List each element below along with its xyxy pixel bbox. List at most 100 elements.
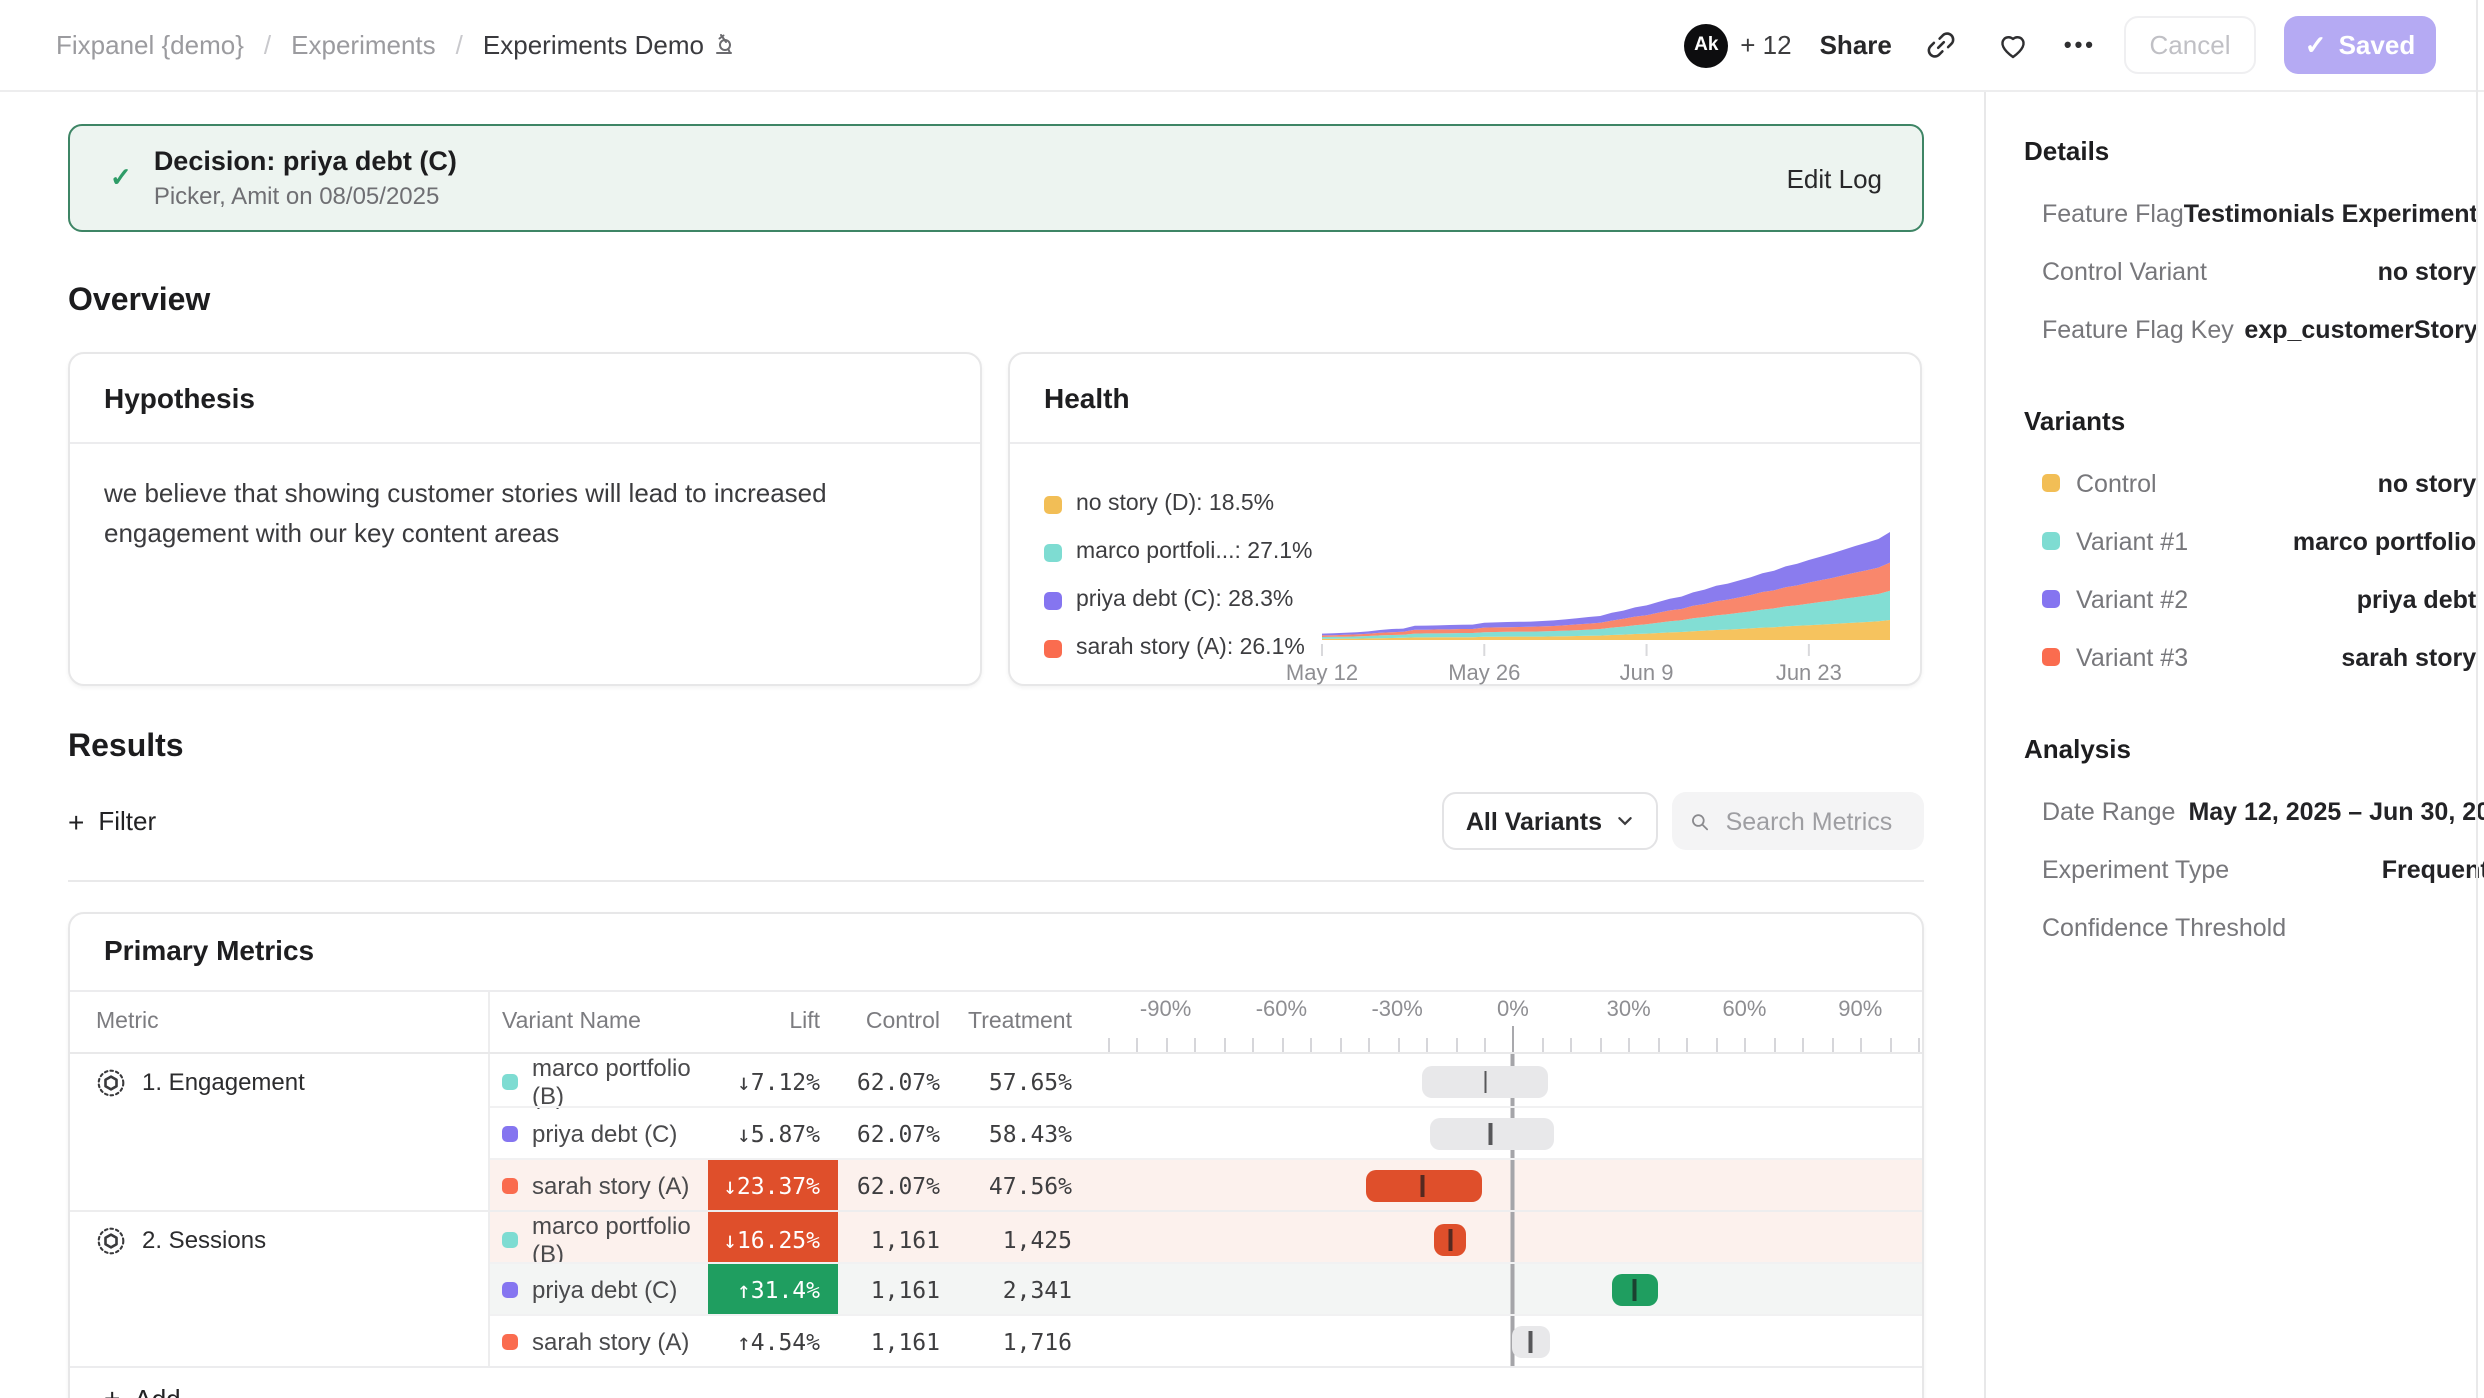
variant-name: sarah story (A) <box>532 1171 689 1199</box>
axis-minor-tick <box>1166 1038 1168 1052</box>
metric-table-row[interactable]: priya debt (C)↓5.87%62.07%58.43% <box>70 1106 1922 1158</box>
metric-table-row[interactable]: priya debt (C)↑31.4%1,1612,341 <box>70 1262 1922 1314</box>
control-value: 62.07% <box>838 1158 968 1210</box>
link-icon[interactable] <box>1920 23 1964 67</box>
results-heading: Results <box>68 730 1924 766</box>
health-area-chart: May 12May 26Jun 9Jun 23 <box>1313 464 1897 688</box>
variants-heading: Variants <box>2024 406 2484 436</box>
sidebar-row-value: no story (D) <box>2207 257 2484 285</box>
share-button[interactable]: Share <box>1820 30 1892 60</box>
add-filter-button[interactable]: + Filter <box>68 805 156 837</box>
axis-label: -60% <box>1256 998 1307 1022</box>
control-value: 1,161 <box>838 1262 968 1314</box>
legend-item: marco portfoli...: 27.1% <box>1044 528 1313 576</box>
microscope-icon <box>712 32 736 56</box>
sidebar-row: Variant #1marco portfolio (B) <box>2024 512 2484 570</box>
axis-minor-tick <box>1310 1038 1312 1052</box>
control-value: 62.07% <box>838 1054 968 1110</box>
axis-minor-tick <box>1889 1038 1891 1052</box>
legend-label: marco portfoli...: 27.1% <box>1076 540 1313 564</box>
control-value: 1,161 <box>838 1314 968 1366</box>
cancel-button[interactable]: Cancel <box>2124 16 2256 74</box>
primary-metrics-card: Primary Metrics Metric Variant Name Lift… <box>68 912 1924 1398</box>
axis-minor-tick <box>1137 1038 1139 1052</box>
legend-item: priya debt (C): 28.3% <box>1044 576 1313 624</box>
favorite-heart-icon[interactable] <box>1992 23 2036 67</box>
variant-swatch <box>2042 532 2060 550</box>
breadcrumb: Fixpanel {demo}/Experiments/Experiments … <box>56 30 736 60</box>
sidebar-row-label: Variant #2 <box>2076 585 2188 613</box>
metric-name[interactable]: 1. Engagement <box>142 1068 305 1096</box>
edit-log-button[interactable]: Edit Log <box>1787 163 1882 193</box>
legend-label: no story (D): 18.5% <box>1076 492 1274 516</box>
axis-label: 90% <box>1838 998 1882 1022</box>
x-axis-label: May 26 <box>1449 660 1521 685</box>
lift-value: ↓5.87% <box>708 1108 838 1158</box>
axis-minor-tick <box>1223 1038 1225 1052</box>
sidebar-row-label: Confidence Threshold <box>2042 913 2286 941</box>
breadcrumb-item[interactable]: Experiments <box>291 30 436 60</box>
metric-name[interactable]: 2. Sessions <box>142 1226 266 1254</box>
variant-swatch <box>502 1074 518 1090</box>
avatar[interactable]: Ak <box>1684 23 1728 67</box>
breadcrumb-item[interactable]: Fixpanel {demo} <box>56 30 244 60</box>
variant-swatch <box>2042 648 2060 666</box>
axis-minor-tick <box>1629 1038 1631 1052</box>
lift-value: ↑4.54% <box>708 1316 838 1366</box>
health-card: Health no story (D): 18.5%marco portfoli… <box>1008 352 1922 686</box>
saved-button[interactable]: ✓ Saved <box>2284 16 2436 74</box>
control-value: 62.07% <box>838 1106 968 1158</box>
variant-name: priya debt (C) <box>532 1275 677 1303</box>
scrollbar-track[interactable] <box>2476 0 2478 1398</box>
metric-table-row[interactable]: 2. Sessionsmarco portfolio (B)↓16.25%1,1… <box>70 1210 1922 1262</box>
top-bar: Fixpanel {demo}/Experiments/Experiments … <box>0 0 2484 92</box>
variant-swatch <box>502 1281 518 1297</box>
treatment-value: 2,341 <box>968 1262 1100 1314</box>
point-estimate-tick <box>1529 1330 1532 1352</box>
axis-minor-tick <box>1658 1038 1660 1052</box>
details-heading: Details <box>2024 136 2484 166</box>
point-estimate-tick <box>1633 1278 1636 1300</box>
point-estimate-tick <box>1421 1174 1424 1196</box>
sidebar-row-value: no story (D) <box>2157 469 2484 497</box>
treatment-value: 1,425 <box>968 1210 1100 1268</box>
sidebar-row-label: Control <box>2076 469 2157 497</box>
legend-swatch <box>1044 543 1062 561</box>
add-metric-button[interactable]: + Add <box>70 1366 1922 1398</box>
treatment-value: 1,716 <box>968 1314 1100 1366</box>
metric-table-row[interactable]: sarah story (A)↓23.37%62.07%47.56% <box>70 1158 1922 1210</box>
variants-dropdown[interactable]: All Variants <box>1442 792 1658 850</box>
sidebar-row-value: sarah story (A) <box>2188 643 2484 671</box>
zero-line <box>1511 1264 1514 1314</box>
axis-minor-tick <box>1744 1038 1746 1052</box>
axis-minor-tick <box>1484 1038 1486 1052</box>
axis-label: 30% <box>1607 998 1651 1022</box>
metric-table-row[interactable]: sarah story (A)↑4.54%1,1611,716 <box>70 1314 1922 1366</box>
sidebar-row: Controlno story (D) <box>2024 454 2484 512</box>
health-legend: no story (D): 18.5% marco portfoli...: 27… <box>1044 464 1313 688</box>
decision-banner: ✓ Decision: priya debt (C) Picker, Amit … <box>68 124 1924 232</box>
point-estimate-tick <box>1449 1229 1452 1251</box>
x-axis-label: May 12 <box>1286 660 1358 685</box>
variant-swatch <box>502 1333 518 1349</box>
legend-swatch <box>1044 495 1062 513</box>
more-options-icon[interactable]: ••• <box>2064 33 2096 57</box>
sidebar-row: Control Variantno story (D) <box>2024 242 2484 300</box>
axis-minor-tick <box>1600 1038 1602 1052</box>
search-metrics-input[interactable] <box>1722 805 1906 837</box>
search-metrics-box <box>1672 792 1924 850</box>
sidebar-row-value: marco portfolio (B) <box>2188 527 2484 555</box>
analysis-heading: Analysis <box>2024 734 2484 764</box>
x-axis-label: Jun 9 <box>1620 660 1674 685</box>
sidebar-row-value: Frequentist <box>2229 855 2484 883</box>
metric-table-row[interactable]: 1. Engagementmarco portfolio (B)↓7.12%62… <box>70 1054 1922 1106</box>
zero-line <box>1511 1212 1514 1268</box>
app-window: Fixpanel {demo}/Experiments/Experiments … <box>0 0 2484 1398</box>
metric-goal-icon <box>96 1067 126 1097</box>
legend-item: no story (D): 18.5% <box>1044 480 1313 528</box>
axis-minor-tick <box>1716 1038 1718 1052</box>
main-content: ✓ Decision: priya debt (C) Picker, Amit … <box>0 92 1984 1398</box>
breadcrumb-item[interactable]: Experiments Demo <box>483 30 736 60</box>
axis-minor-tick <box>1339 1038 1341 1052</box>
treatment-value: 47.56% <box>968 1158 1100 1210</box>
